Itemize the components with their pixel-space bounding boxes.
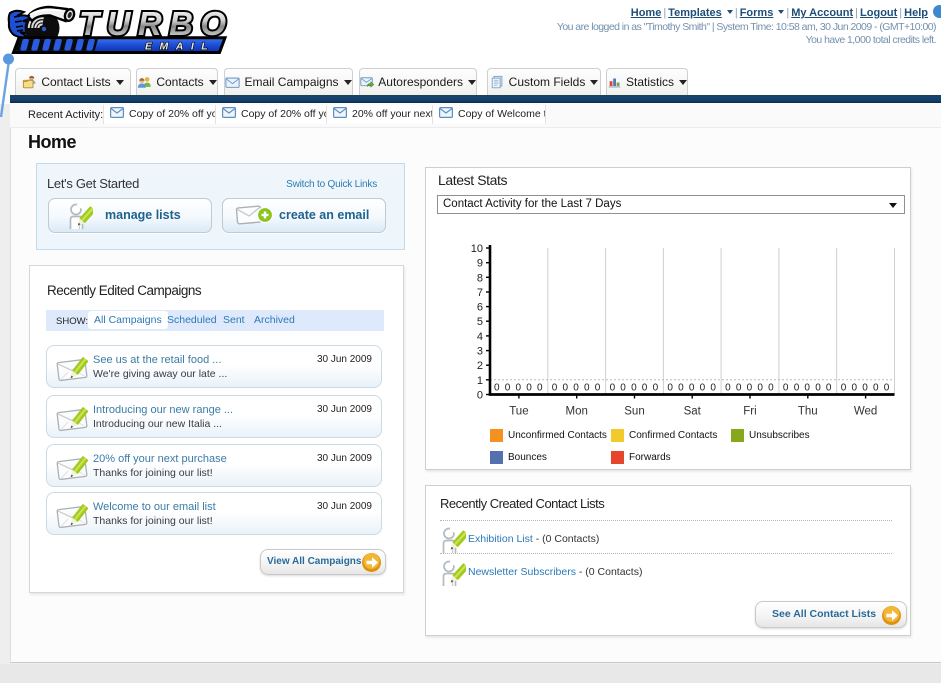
svg-text:0: 0 <box>757 383 763 394</box>
svg-text:7: 7 <box>477 287 483 299</box>
svg-text:Thu: Thu <box>798 406 818 418</box>
svg-text:Tue: Tue <box>509 406 528 418</box>
svg-text:0: 0 <box>631 383 637 394</box>
svg-text:0: 0 <box>584 383 590 394</box>
svg-text:0: 0 <box>505 383 511 394</box>
svg-text:0: 0 <box>620 383 626 394</box>
svg-text:0: 0 <box>700 383 706 394</box>
svg-text:8: 8 <box>477 272 483 284</box>
svg-text:9: 9 <box>477 258 483 270</box>
svg-text:0: 0 <box>794 383 800 394</box>
svg-text:0: 0 <box>563 383 569 394</box>
svg-text:0: 0 <box>573 383 579 394</box>
svg-text:3: 3 <box>477 346 483 358</box>
svg-text:EMAIL: EMAIL <box>145 41 215 53</box>
svg-text:0: 0 <box>667 383 673 394</box>
svg-text:0: 0 <box>494 383 500 394</box>
svg-text:0: 0 <box>736 383 742 394</box>
svg-text:Sun: Sun <box>624 406 644 418</box>
svg-text:0: 0 <box>610 383 616 394</box>
svg-text:0: 0 <box>653 383 659 394</box>
svg-text:0: 0 <box>815 383 821 394</box>
svg-text:6: 6 <box>477 302 483 314</box>
svg-text:0: 0 <box>595 383 601 394</box>
svg-text:0: 0 <box>689 383 695 394</box>
svg-text:0: 0 <box>537 383 543 394</box>
svg-text:0: 0 <box>725 383 731 394</box>
svg-text:1: 1 <box>477 375 483 387</box>
svg-text:0: 0 <box>516 383 522 394</box>
svg-text:0: 0 <box>783 383 789 394</box>
svg-text:0: 0 <box>804 383 810 394</box>
svg-text:0: 0 <box>852 383 858 394</box>
svg-text:0: 0 <box>841 383 847 394</box>
svg-text:0: 0 <box>642 383 648 394</box>
svg-text:10: 10 <box>471 243 483 255</box>
svg-text:0: 0 <box>678 383 684 394</box>
svg-text:2: 2 <box>477 360 483 372</box>
svg-text:0: 0 <box>768 383 774 394</box>
svg-text:0: 0 <box>710 383 716 394</box>
svg-text:0: 0 <box>552 383 558 394</box>
svg-text:0: 0 <box>747 383 753 394</box>
svg-text:0: 0 <box>526 383 532 394</box>
svg-text:0: 0 <box>862 383 868 394</box>
svg-text:0: 0 <box>884 383 890 394</box>
svg-text:4: 4 <box>477 331 483 343</box>
svg-text:Wed: Wed <box>854 406 877 418</box>
svg-text:Mon: Mon <box>566 406 588 418</box>
svg-text:0: 0 <box>873 383 879 394</box>
svg-text:0: 0 <box>826 383 832 394</box>
svg-text:0: 0 <box>477 390 483 402</box>
svg-text:5: 5 <box>477 316 483 328</box>
svg-text:Sat: Sat <box>684 406 702 418</box>
svg-text:Fri: Fri <box>743 406 756 418</box>
